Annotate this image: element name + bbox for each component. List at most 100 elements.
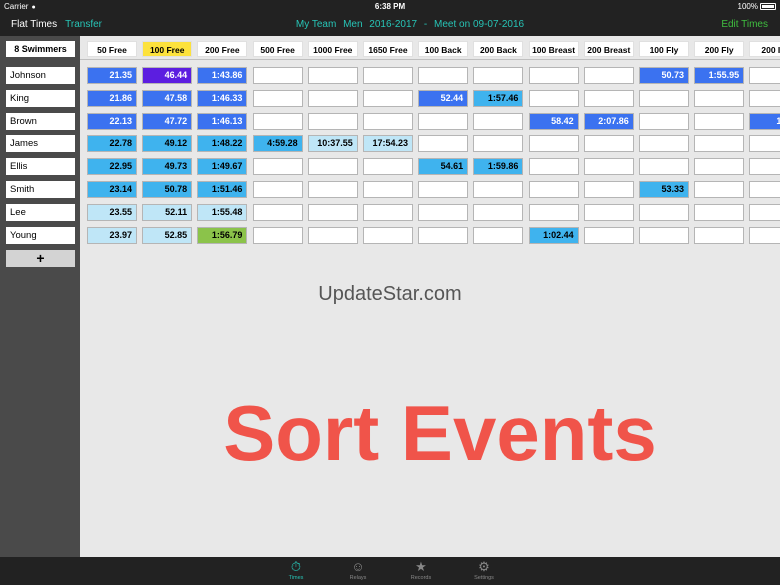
time-cell-lee-1000-free[interactable] <box>307 203 358 221</box>
event-header-200-fly[interactable]: 200 Fly <box>694 41 745 57</box>
tab-settings[interactable]: ⚙ Settings <box>454 559 514 581</box>
event-header-1650-free[interactable]: 1650 Free <box>363 41 413 57</box>
time-cell-young-200-im[interactable] <box>749 226 780 244</box>
swimmer-brown[interactable]: Brown <box>6 112 75 130</box>
time-cell-brown-200-im[interactable]: 1:57 <box>749 112 780 130</box>
time-cell-brown-100-fly[interactable] <box>639 112 689 130</box>
tab-records[interactable]: ★ Records <box>391 559 451 581</box>
time-cell-smith-50-free[interactable]: 23.14 <box>87 181 137 198</box>
time-cell-johnson-200-fly[interactable]: 1:55.95 <box>694 67 745 84</box>
time-cell-king-1000-free[interactable] <box>307 89 358 107</box>
time-cell-brown-100-free[interactable]: 47.72 <box>142 112 193 130</box>
time-cell-james-200-fly[interactable] <box>694 135 745 153</box>
time-cell-young-500-free[interactable] <box>252 226 303 244</box>
time-cell-king-50-free[interactable]: 21.86 <box>87 89 137 107</box>
time-cell-james-100-breast[interactable] <box>528 135 579 153</box>
time-cell-james-100-free[interactable]: 49.12 <box>142 135 193 153</box>
event-header-200-free[interactable]: 200 Free <box>197 41 248 57</box>
time-cell-ellis-200-fly[interactable] <box>694 158 745 176</box>
time-cell-james-200-back[interactable] <box>473 135 524 153</box>
time-cell-brown-200-breast[interactable]: 2:07.86 <box>583 112 634 130</box>
time-cell-ellis-100-breast[interactable] <box>528 158 579 176</box>
time-cell-ellis-200-breast[interactable] <box>583 158 634 176</box>
time-cell-smith-100-breast[interactable] <box>528 181 579 198</box>
time-cell-ellis-200-free[interactable]: 1:49.67 <box>197 158 248 176</box>
time-cell-smith-500-free[interactable] <box>252 181 303 198</box>
time-cell-ellis-1650-free[interactable] <box>363 158 413 176</box>
tab-times[interactable]: ⏱ Times <box>266 559 326 581</box>
time-cell-johnson-200-breast[interactable] <box>583 67 634 84</box>
time-cell-smith-100-fly[interactable]: 53.33 <box>639 181 689 198</box>
time-cell-johnson-200-im[interactable] <box>749 67 780 84</box>
time-cell-young-100-fly[interactable] <box>639 226 689 244</box>
time-cell-james-200-breast[interactable] <box>583 135 634 153</box>
time-cell-ellis-1000-free[interactable] <box>307 158 358 176</box>
time-cell-smith-200-breast[interactable] <box>583 181 634 198</box>
time-cell-lee-100-breast[interactable] <box>528 203 579 221</box>
time-cell-ellis-200-back[interactable]: 1:59.86 <box>473 158 524 176</box>
time-cell-ellis-200-im[interactable] <box>749 158 780 176</box>
time-cell-brown-100-breast[interactable]: 58.42 <box>528 112 579 130</box>
event-header-200-im[interactable]: 200 IM <box>749 41 780 57</box>
time-cell-lee-200-fly[interactable] <box>694 203 745 221</box>
edit-times-button[interactable]: Edit Times <box>721 19 768 30</box>
time-cell-ellis-100-free[interactable]: 49.73 <box>142 158 193 176</box>
time-cell-ellis-50-free[interactable]: 22.95 <box>87 158 137 176</box>
time-cell-james-1650-free[interactable]: 17:54.23 <box>363 135 413 153</box>
event-header-100-fly[interactable]: 100 Fly <box>639 41 689 57</box>
team-selector[interactable]: My Team Men 2016-2017 - Meet on 09-07-20… <box>0 19 780 30</box>
time-cell-young-100-breast[interactable]: 1:02.44 <box>528 226 579 244</box>
time-cell-brown-200-back[interactable] <box>473 112 524 130</box>
time-cell-johnson-100-free[interactable]: 46.44 <box>142 67 193 84</box>
time-cell-johnson-200-back[interactable] <box>473 67 524 84</box>
time-cell-young-50-free[interactable]: 23.97 <box>87 226 137 244</box>
time-cell-james-200-free[interactable]: 1:48.22 <box>197 135 248 153</box>
time-cell-king-1650-free[interactable] <box>363 89 413 107</box>
time-cell-ellis-500-free[interactable] <box>252 158 303 176</box>
time-cell-young-200-breast[interactable] <box>583 226 634 244</box>
time-cell-johnson-200-free[interactable]: 1:43.86 <box>197 67 248 84</box>
time-cell-king-100-fly[interactable] <box>639 89 689 107</box>
time-cell-james-200-im[interactable] <box>749 135 780 153</box>
time-cell-lee-1650-free[interactable] <box>363 203 413 221</box>
time-cell-ellis-100-back[interactable]: 54.61 <box>418 158 469 176</box>
time-cell-ellis-100-fly[interactable] <box>639 158 689 176</box>
time-cell-lee-500-free[interactable] <box>252 203 303 221</box>
time-cell-young-100-free[interactable]: 52.85 <box>142 226 193 244</box>
time-cell-james-50-free[interactable]: 22.78 <box>87 135 137 153</box>
time-cell-young-1650-free[interactable] <box>363 226 413 244</box>
time-cell-lee-50-free[interactable]: 23.55 <box>87 203 137 221</box>
swimmer-lee[interactable]: Lee <box>6 203 75 221</box>
time-cell-james-100-fly[interactable] <box>639 135 689 153</box>
time-cell-brown-200-free[interactable]: 1:46.13 <box>197 112 248 130</box>
time-cell-brown-100-back[interactable] <box>418 112 469 130</box>
swimmer-king[interactable]: King <box>6 89 75 107</box>
time-cell-johnson-100-back[interactable] <box>418 67 469 84</box>
time-cell-young-100-back[interactable] <box>418 226 469 244</box>
time-cell-johnson-1650-free[interactable] <box>363 67 413 84</box>
time-cell-smith-200-fly[interactable] <box>694 181 745 198</box>
time-cell-king-200-fly[interactable] <box>694 89 745 107</box>
time-cell-james-1000-free[interactable]: 10:37.55 <box>307 135 358 153</box>
time-cell-lee-200-im[interactable] <box>749 203 780 221</box>
time-cell-smith-200-im[interactable] <box>749 181 780 198</box>
time-cell-brown-1000-free[interactable] <box>307 112 358 130</box>
time-cell-young-200-free[interactable]: 1:56.79 <box>197 226 248 244</box>
time-cell-james-100-back[interactable] <box>418 135 469 153</box>
time-cell-lee-200-breast[interactable] <box>583 203 634 221</box>
swimmer-count-button[interactable]: 8 Swimmers <box>6 41 75 57</box>
time-cell-smith-100-free[interactable]: 50.78 <box>142 181 193 198</box>
time-cell-king-200-back[interactable]: 1:57.46 <box>473 89 524 107</box>
time-cell-king-200-im[interactable] <box>749 89 780 107</box>
time-cell-young-200-fly[interactable] <box>694 226 745 244</box>
time-cell-johnson-500-free[interactable] <box>252 67 303 84</box>
event-header-100-free[interactable]: 100 Free <box>142 41 193 57</box>
event-header-500-free[interactable]: 500 Free <box>252 41 303 57</box>
time-cell-king-100-free[interactable]: 47.58 <box>142 89 193 107</box>
time-cell-brown-200-fly[interactable] <box>694 112 745 130</box>
swimmer-james[interactable]: James <box>6 135 75 153</box>
swimmer-young[interactable]: Young <box>6 226 75 244</box>
time-cell-smith-1000-free[interactable] <box>307 181 358 198</box>
time-cell-johnson-50-free[interactable]: 21.35 <box>87 67 137 84</box>
time-cell-smith-200-free[interactable]: 1:51.46 <box>197 181 248 198</box>
